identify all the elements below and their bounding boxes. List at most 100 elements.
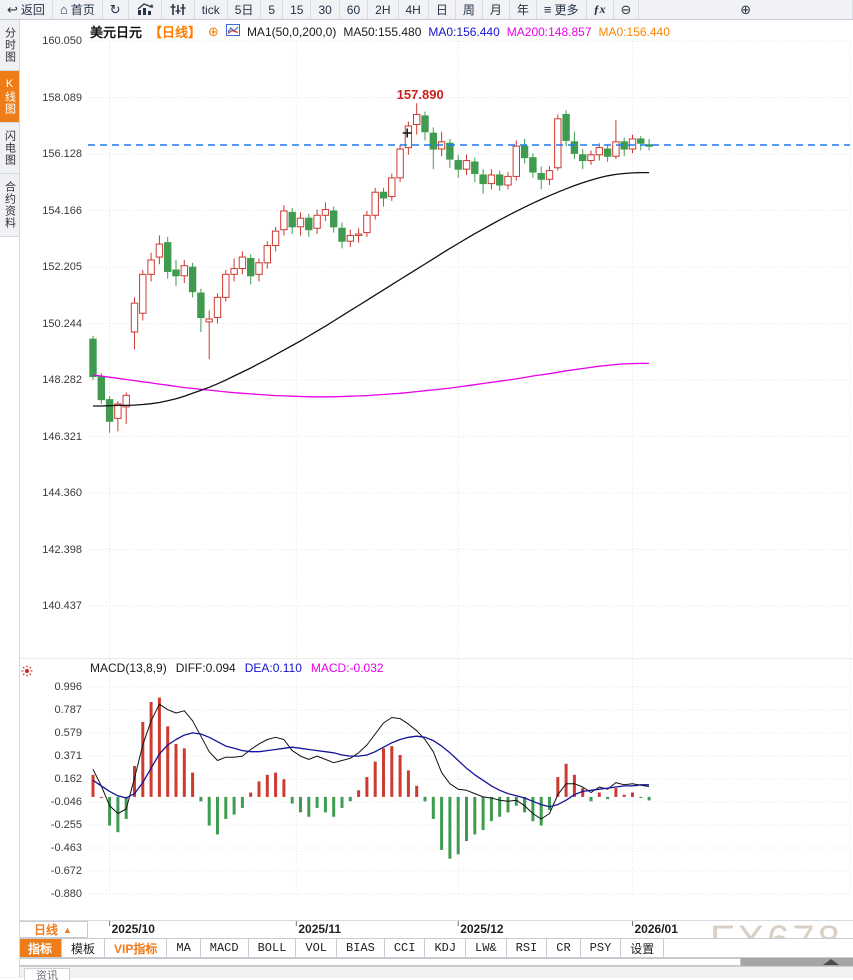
back-label: 返回: [21, 1, 45, 18]
macd-hist-bar: [316, 797, 319, 808]
candle: [414, 114, 420, 124]
candle: [472, 162, 478, 174]
left-sidebar: 分时图 K线图 闪电图 合约资料: [0, 20, 20, 977]
candle: [538, 174, 544, 180]
interval-5min-button[interactable]: 5: [261, 0, 283, 19]
macd-hist-bar: [199, 797, 202, 801]
indicator-tab-indicator[interactable]: 指标: [18, 939, 62, 957]
macd-hist-bar: [183, 748, 186, 797]
indicator-tab-kdj[interactable]: KDJ: [425, 939, 466, 957]
indicator-bar: 指标模板VIP指标MAMACDBOLLVOLBIASCCIKDJLW&RSICR…: [0, 938, 853, 958]
interval-tick-label: tick: [202, 3, 220, 17]
indicator-tab-template[interactable]: 模板: [62, 939, 105, 957]
indicator-tab-settings[interactable]: 设置: [621, 939, 664, 957]
candlestick-chart-button[interactable]: [162, 0, 195, 19]
refresh-button[interactable]: ↻: [103, 0, 129, 19]
macd-hist-bar: [266, 775, 269, 797]
zoom-in-button[interactable]: ⊕: [639, 0, 853, 19]
candle: [206, 319, 212, 322]
candle: [198, 293, 204, 317]
zoom-out-button[interactable]: ⊖: [614, 0, 640, 19]
candle: [173, 270, 179, 276]
horizontal-scrollbar-track[interactable]: [0, 958, 741, 966]
candle: [165, 243, 171, 272]
indicator-tab-macd[interactable]: MACD: [201, 939, 249, 957]
interval-15min-button[interactable]: 15: [283, 0, 311, 19]
period-selector-button[interactable]: 日线 ▲: [18, 921, 88, 938]
formula-button[interactable]: ƒx: [587, 0, 614, 19]
interval-30min-button[interactable]: 30: [311, 0, 339, 19]
home-label: 首页: [71, 1, 95, 18]
interval-week-button[interactable]: 周: [456, 0, 483, 19]
macd-hist-bar: [382, 748, 385, 797]
candle: [364, 215, 370, 232]
candle: [148, 260, 154, 274]
interval-4h-button[interactable]: 4H: [399, 0, 429, 19]
ma-mini-chart-icon[interactable]: [226, 24, 240, 39]
indicator-tab-cci[interactable]: CCI: [385, 939, 426, 957]
indicator-tab-vip-indicator[interactable]: VIP指标: [105, 939, 167, 957]
collapse-arrow-icon: [823, 959, 839, 965]
horizontal-scrollbar-thumb[interactable]: [741, 958, 853, 966]
macd-hist-bar: [432, 797, 435, 819]
candle: [331, 211, 337, 227]
interval-month-button[interactable]: 月: [483, 0, 510, 19]
candle: [314, 215, 320, 228]
macd-hist-bar: [648, 797, 651, 801]
indicator-tab-psy[interactable]: PSY: [581, 939, 622, 957]
candle: [347, 235, 353, 241]
ma0-value-orange: MA0:156.440: [599, 25, 670, 39]
macd-hist-bar: [216, 797, 219, 835]
macd-hist-bar: [374, 762, 377, 797]
candle: [140, 274, 146, 313]
indicator-settings-icon[interactable]: [21, 664, 33, 682]
interval-60min-button[interactable]: 60: [340, 0, 368, 19]
sidebar-tab-lightning-chart[interactable]: 闪电图: [0, 123, 19, 174]
interval-5day-label: 5日: [235, 1, 254, 18]
interval-2h-button[interactable]: 2H: [368, 0, 398, 19]
candle: [223, 274, 229, 297]
indicator-tab-ma[interactable]: MA: [167, 939, 200, 957]
macd-hist-bar: [365, 777, 368, 797]
news-tab[interactable]: 资讯: [24, 968, 70, 980]
sidebar-tab-contract-info[interactable]: 合约资料: [0, 174, 19, 237]
interval-5day-button[interactable]: 5日: [228, 0, 262, 19]
candle: [372, 192, 378, 215]
candle: [239, 257, 245, 269]
sidebar-tab-kline-chart[interactable]: K线图: [0, 71, 19, 123]
zoom-in-icon: ⊕: [740, 3, 751, 16]
macd-hist-bar: [357, 790, 360, 797]
macd-hist-bar: [631, 792, 634, 796]
indicator-tab-rsi[interactable]: RSI: [507, 939, 548, 957]
candle: [156, 244, 162, 257]
add-favorite-icon[interactable]: ⊕: [208, 24, 219, 40]
candle: [181, 266, 187, 276]
macd-hist-bar: [291, 797, 294, 804]
candle: [488, 175, 494, 184]
sidebar-tab-time-chart[interactable]: 分时图: [0, 20, 19, 71]
macd-hist-bar: [606, 797, 609, 799]
indicator-tab-vol[interactable]: VOL: [296, 939, 337, 957]
indicator-tab-cr[interactable]: CR: [547, 939, 580, 957]
candle: [231, 269, 237, 275]
price-chart-canvas[interactable]: [0, 0, 853, 977]
macd-hist-bar: [614, 788, 617, 797]
interval-tick-button[interactable]: tick: [195, 0, 228, 19]
more-label: 更多: [555, 1, 579, 18]
macd-hist-bar: [598, 792, 601, 796]
indicator-tab-bias[interactable]: BIAS: [337, 939, 385, 957]
home-button[interactable]: ⌂ 首页: [53, 0, 103, 19]
more-button[interactable]: ≡ 更多: [537, 0, 587, 19]
interval-day-button[interactable]: 日: [429, 0, 456, 19]
back-button[interactable]: ↩ 返回: [0, 0, 53, 19]
candle: [322, 210, 328, 216]
macd-hist-bar: [482, 797, 485, 830]
period-label: 【日线】: [149, 22, 201, 41]
macd-header: MACD(13,8,9) DIFF:0.094 DEA:0.110 MACD:-…: [90, 661, 384, 675]
interval-year-button[interactable]: 年: [510, 0, 537, 19]
trend-chart-button[interactable]: [129, 0, 162, 19]
macd-hist-bar: [100, 797, 103, 798]
indicator-tab-lw[interactable]: LW&: [466, 939, 507, 957]
indicator-tab-boll[interactable]: BOLL: [249, 939, 297, 957]
candle: [397, 149, 403, 178]
